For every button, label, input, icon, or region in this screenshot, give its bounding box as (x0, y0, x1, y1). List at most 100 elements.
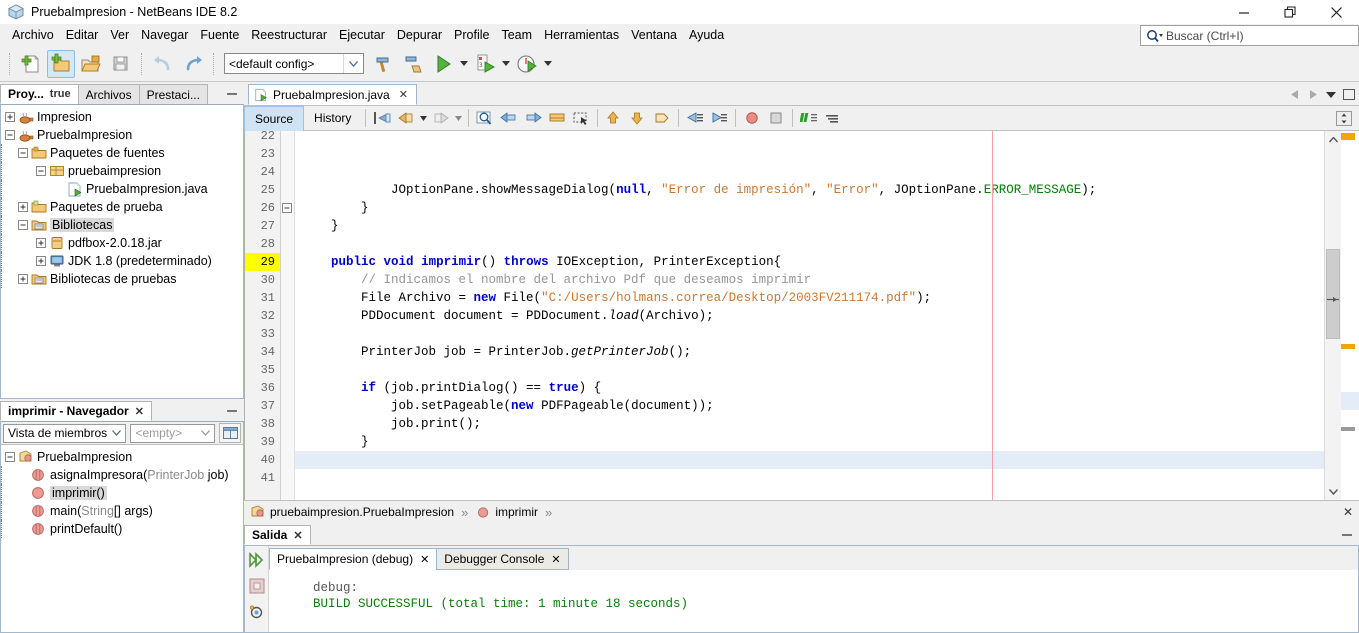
warning-mark[interactable] (1341, 133, 1355, 140)
annotation-error-strip[interactable] (1341, 131, 1359, 500)
expand-plus-icon[interactable] (34, 237, 47, 250)
select-mode-icon[interactable] (569, 107, 593, 129)
expand-plus-icon[interactable] (34, 255, 47, 268)
comment-block-icon[interactable] (707, 107, 731, 129)
menu-archivo[interactable]: Archivo (6, 26, 60, 44)
code-line[interactable] (295, 451, 1324, 469)
project-config-select[interactable]: <default config> (224, 53, 364, 74)
clean-build-button[interactable] (399, 50, 427, 78)
stop-process-icon[interactable] (247, 576, 267, 596)
menu-ejecutar[interactable]: Ejecutar (333, 26, 391, 44)
code-fold-margin[interactable] (281, 131, 295, 500)
menu-editar[interactable]: Editar (60, 26, 105, 44)
code-line[interactable] (295, 469, 1324, 487)
collapse-minus-icon[interactable] (3, 451, 16, 464)
expand-plus-icon[interactable] (16, 273, 29, 286)
menu-depurar[interactable]: Depurar (391, 26, 448, 44)
minimize-output-button[interactable] (1339, 526, 1355, 542)
minimize-navigator-button[interactable] (224, 402, 240, 418)
search-input[interactable]: Buscar (Ctrl+I) (1140, 25, 1359, 46)
code-line[interactable]: } (295, 433, 1324, 451)
nav-node-asignaimpresora[interactable]: asignaImpresora(PrinterJob job) (1, 466, 243, 484)
breadcrumb-class[interactable]: pruebaimpresion.PruebaImpresion (250, 505, 454, 520)
filters-icon[interactable] (219, 423, 241, 443)
code-line[interactable] (295, 235, 1324, 253)
navigator-filter-select[interactable]: <empty> (130, 424, 215, 443)
build-project-button[interactable] (369, 50, 397, 78)
profile-project-button[interactable] (513, 50, 541, 78)
code-line[interactable]: JOptionPane.showMessageDialog(null, "Err… (295, 181, 1324, 199)
maximize-icon[interactable] (1341, 86, 1357, 103)
code-line[interactable]: } (295, 217, 1324, 235)
debug-dropdown-icon[interactable] (500, 50, 512, 78)
last-edit-icon[interactable] (370, 107, 394, 129)
output-subtab-debugger-console[interactable]: Debugger Console ✕ (436, 548, 568, 570)
code-line[interactable]: File Archivo = new File("C:/Users/holman… (295, 289, 1324, 307)
close-icon[interactable]: ✕ (1343, 505, 1353, 519)
settings-icon[interactable] (247, 602, 267, 622)
occurrence-mark[interactable] (1341, 427, 1355, 431)
close-icon[interactable]: ✕ (551, 553, 560, 566)
nav-node-imprimir[interactable]: imprimir() (1, 484, 243, 502)
nav-node-printdefault[interactable]: printDefault() (1, 520, 243, 538)
navigator-view-select[interactable]: Vista de miembros (3, 424, 126, 443)
tree-node-java-file[interactable]: PruebaImpresion.java (1, 180, 243, 198)
toggle-highlight-icon[interactable] (797, 107, 821, 129)
fold-toggle-icon[interactable] (281, 199, 294, 217)
code-line[interactable] (295, 325, 1324, 343)
stop-icon[interactable] (764, 107, 788, 129)
collapse-minus-icon[interactable] (16, 219, 29, 232)
menu-ventana[interactable]: Ventana (625, 26, 683, 44)
output-console-text[interactable]: debug: BUILD SUCCESSFUL (total time: 1 m… (269, 570, 1358, 632)
output-subtab-debug[interactable]: PruebaImpresion (debug) ✕ (269, 548, 437, 570)
menu-ayuda[interactable]: Ayuda (683, 26, 730, 44)
uncomment-icon[interactable] (683, 107, 707, 129)
menu-ver[interactable]: Ver (104, 26, 135, 44)
nav-node-main[interactable]: main(String[] args) (1, 502, 243, 520)
tree-node-test-libraries[interactable]: Bibliotecas de pruebas (1, 270, 243, 288)
code-line[interactable]: PDDocument document = PDDocument.load(Ar… (295, 307, 1324, 325)
shift-line-up-icon[interactable] (602, 107, 626, 129)
code-line[interactable]: job.setPageable(new PDFPageable(document… (295, 397, 1324, 415)
menu-profile[interactable]: Profile (448, 26, 495, 44)
editor-tab-pruebaimpresion[interactable]: PruebaImpresion.java ✕ (248, 84, 417, 105)
run-project-button[interactable] (429, 50, 457, 78)
tab-list-icon[interactable] (1323, 86, 1339, 103)
close-button[interactable] (1313, 0, 1359, 24)
collapse-minus-icon[interactable] (34, 165, 47, 178)
profile-dropdown-icon[interactable] (542, 50, 554, 78)
warning-mark[interactable] (1341, 344, 1355, 349)
forward-icon[interactable] (429, 107, 453, 129)
previous-bookmark-icon[interactable] (497, 107, 521, 129)
redo-button[interactable] (179, 50, 207, 78)
tree-node-libraries[interactable]: Bibliotecas (1, 216, 243, 234)
collapse-minus-icon[interactable] (16, 147, 29, 160)
code-line[interactable]: job.print(); (295, 415, 1324, 433)
code-line[interactable] (295, 361, 1324, 379)
shift-line-down-icon[interactable] (626, 107, 650, 129)
back-dropdown-icon[interactable] (418, 107, 429, 129)
minimize-button[interactable] (1221, 0, 1267, 24)
tab-prestaciones[interactable]: Prestaci... (139, 84, 208, 104)
save-all-button[interactable] (107, 50, 135, 78)
tree-node-package-pruebaimpresion[interactable]: pruebaimpresion (1, 162, 243, 180)
tab-proyectos[interactable]: Proy... true (0, 84, 79, 104)
tree-node-impresion[interactable]: Impresion (1, 108, 243, 126)
toggle-breakpoint-icon[interactable] (740, 107, 764, 129)
menu-herramientas[interactable]: Herramientas (538, 26, 625, 44)
menu-team[interactable]: Team (495, 26, 538, 44)
expand-editor-icon[interactable] (1332, 107, 1356, 129)
rerun-icon[interactable] (247, 550, 267, 570)
toggle-rectangular-icon[interactable] (545, 107, 569, 129)
tree-node-pdfbox-jar[interactable]: pdfbox-2.0.18.jar (1, 234, 243, 252)
debug-project-button[interactable]: 3 (471, 50, 499, 78)
expand-plus-icon[interactable] (16, 201, 29, 214)
breadcrumb-method[interactable]: imprimir (475, 505, 538, 520)
scroll-down-arrow-icon[interactable] (1325, 483, 1342, 500)
close-icon[interactable]: ✕ (293, 529, 302, 542)
collapse-minus-icon[interactable] (3, 129, 16, 142)
forward-dropdown-icon[interactable] (453, 107, 464, 129)
next-bookmark-icon[interactable] (521, 107, 545, 129)
next-tab-icon[interactable] (1305, 86, 1321, 103)
close-icon[interactable]: true (50, 88, 71, 100)
